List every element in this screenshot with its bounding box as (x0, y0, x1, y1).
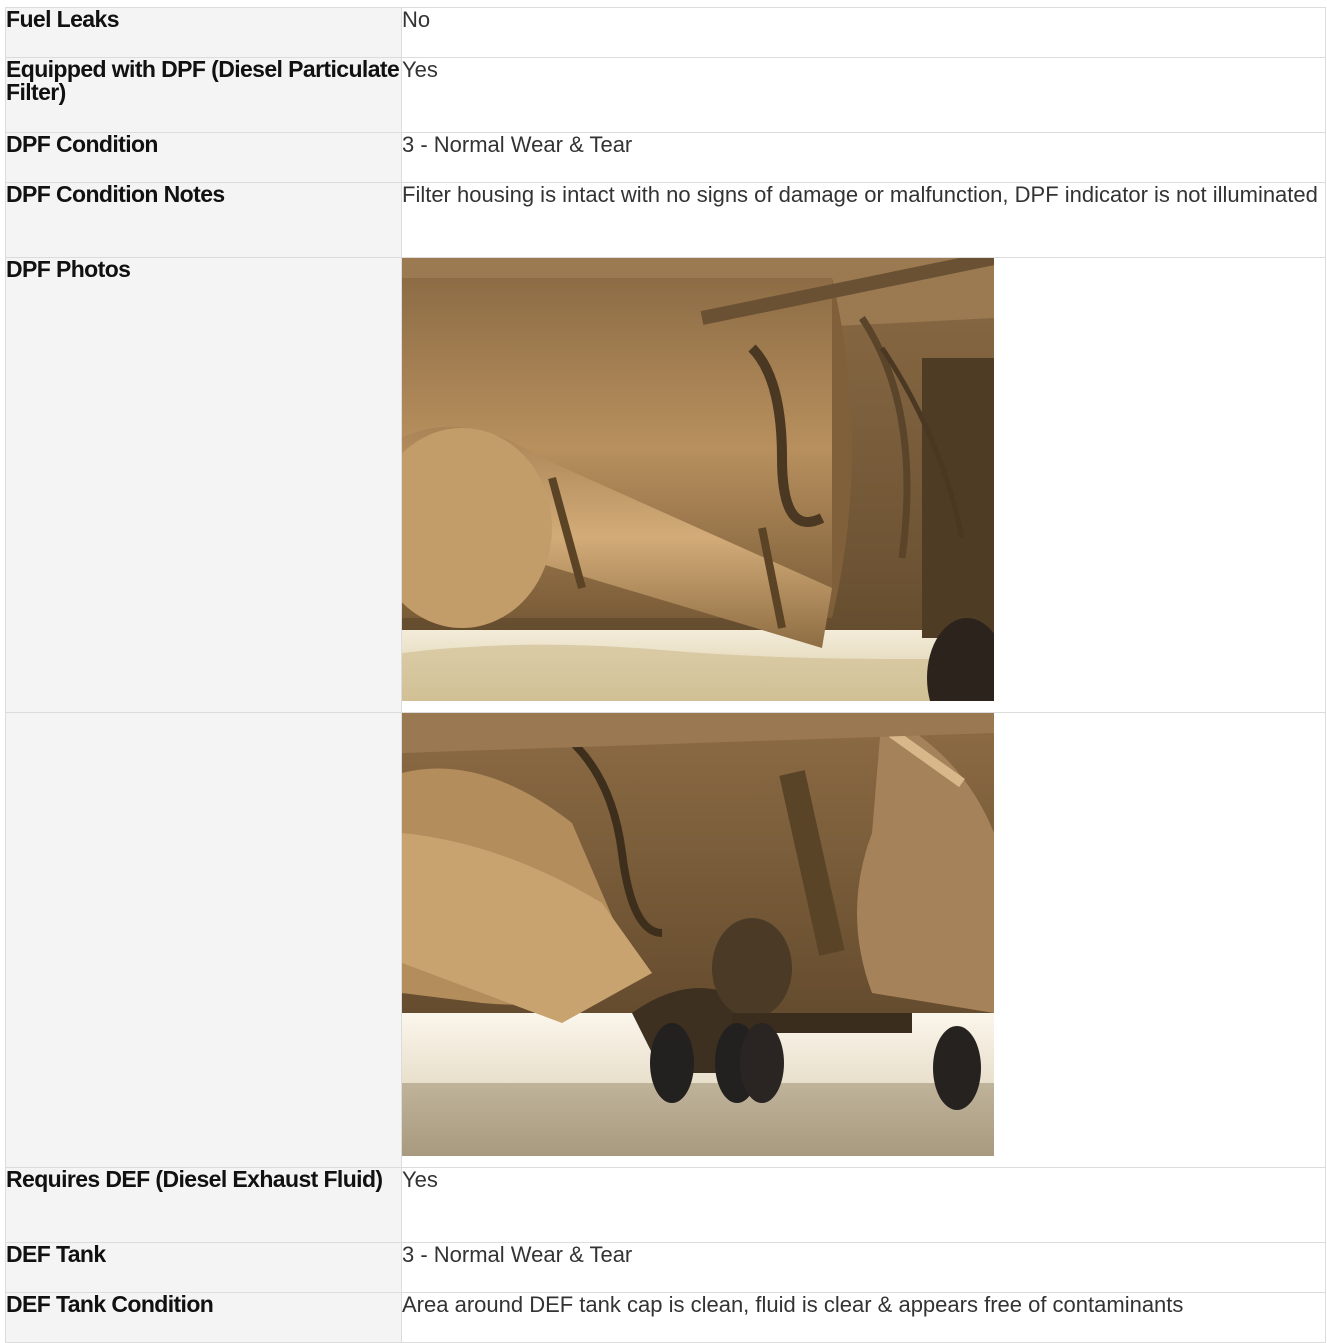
table-row: DPF Condition 3 - Normal Wear & Tear (5, 132, 1326, 183)
dpf-equipped-label: Equipped with DPF (Diesel Particulate Fi… (5, 57, 402, 133)
requires-def-value: Yes (401, 1167, 1326, 1243)
def-tank-label: DEF Tank (5, 1242, 402, 1293)
fuel-leaks-label: Fuel Leaks (5, 7, 402, 58)
dpf-notes-label: DPF Condition Notes (5, 182, 402, 258)
dpf-equipped-value: Yes (401, 57, 1326, 133)
dpf-photo-cell-1 (401, 257, 1326, 713)
def-tank-value: 3 - Normal Wear & Tear (401, 1242, 1326, 1293)
fuel-leaks-value: No (401, 7, 1326, 58)
truck-underside-dpf-exhaust-photo[interactable] (402, 258, 994, 701)
table-row: DEF Tank 3 - Normal Wear & Tear (5, 1242, 1326, 1293)
table-row: Requires DEF (Diesel Exhaust Fluid) Yes (5, 1167, 1326, 1243)
dpf-photos-label-continued (5, 712, 402, 1168)
requires-def-label: Requires DEF (Diesel Exhaust Fluid) (5, 1167, 402, 1243)
truck-underside-chassis-photo[interactable] (402, 713, 994, 1156)
dpf-photo-cell-2 (401, 712, 1326, 1168)
table-row: DEF Tank Condition Area around DEF tank … (5, 1292, 1326, 1343)
dpf-photos-label: DPF Photos (5, 257, 402, 713)
inspection-table: Fuel Leaks No Equipped with DPF (Diesel … (5, 7, 1326, 1343)
def-tank-condition-label: DEF Tank Condition (5, 1292, 402, 1343)
table-row: DPF Photos (5, 257, 1326, 713)
table-row: DPF Condition Notes Filter housing is in… (5, 182, 1326, 258)
dpf-notes-value: Filter housing is intact with no signs o… (401, 182, 1326, 258)
table-row (5, 712, 1326, 1168)
inspection-report: Fuel Leaks No Equipped with DPF (Diesel … (5, 7, 1326, 1343)
def-tank-condition-value: Area around DEF tank cap is clean, fluid… (401, 1292, 1326, 1343)
dpf-condition-value: 3 - Normal Wear & Tear (401, 132, 1326, 183)
dpf-condition-label: DPF Condition (5, 132, 402, 183)
table-row: Equipped with DPF (Diesel Particulate Fi… (5, 57, 1326, 133)
table-row: Fuel Leaks No (5, 7, 1326, 58)
